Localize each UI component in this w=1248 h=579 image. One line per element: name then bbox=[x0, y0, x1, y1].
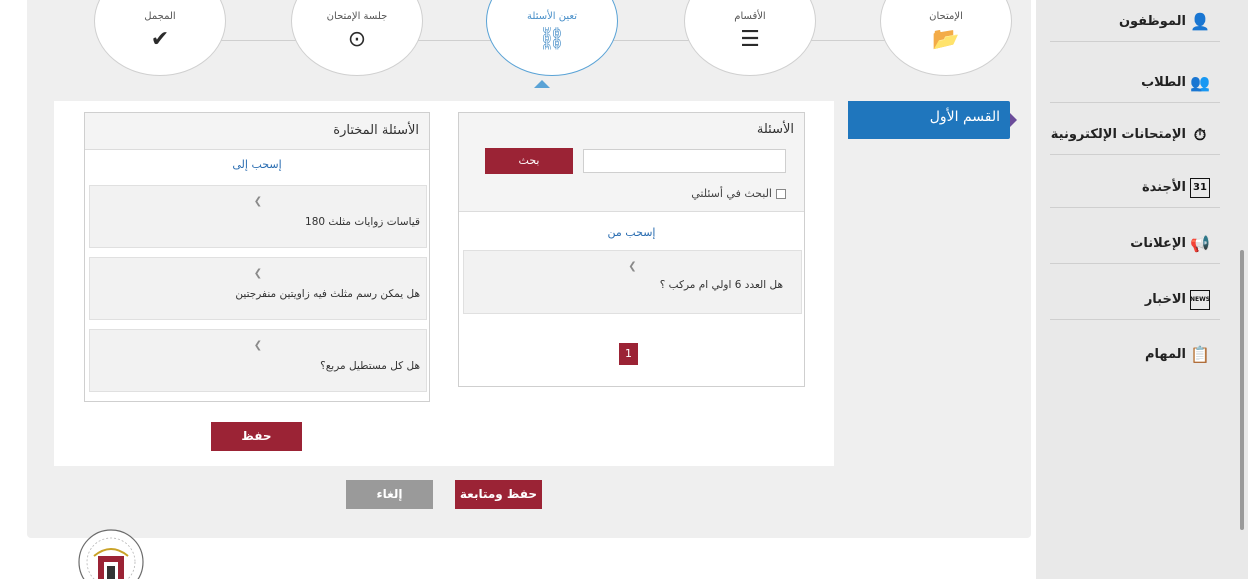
active-step-pointer bbox=[534, 80, 550, 88]
drag-from-label: إسحب من bbox=[607, 226, 656, 239]
search-own-questions-checkbox[interactable]: البحث في أسئلتي bbox=[691, 187, 786, 200]
news-icon: NEWS bbox=[1190, 289, 1210, 310]
question-text: قياسات زوايات مثلث 180 bbox=[305, 216, 420, 228]
questions-pool-header: الأسئلة بحث البحث في أسئلتي bbox=[459, 113, 804, 212]
section-tab[interactable]: القسم الأول bbox=[848, 101, 1017, 139]
sidebar-item-students[interactable]: 👥 الطلاب bbox=[1050, 63, 1220, 103]
panel-title: الأسئلة bbox=[756, 122, 794, 137]
sidebar-item-label: الإمتحانات الإلكترونية bbox=[1050, 127, 1186, 142]
sidebar-item-label: الاخبار bbox=[1144, 292, 1186, 307]
sidebar-item-announcements[interactable]: 📢 الإعلانات bbox=[1050, 224, 1220, 264]
sidebar-item-label: الأجندة bbox=[1142, 180, 1186, 195]
step-label: جلسة الإمتحان bbox=[326, 11, 388, 22]
list-icon: ☰ bbox=[740, 27, 760, 52]
employee-icon: 👤 bbox=[1190, 12, 1210, 31]
sidebar-item-label: المهام bbox=[1144, 346, 1186, 362]
sidebar-item-employees[interactable]: 👤 الموظفون bbox=[1050, 2, 1220, 42]
chevron-down-icon[interactable]: ❯ bbox=[464, 261, 801, 272]
sidebar-item-news[interactable]: NEWS الاخبار bbox=[1050, 280, 1220, 320]
selected-question-item[interactable]: ❯ هل كل مستطيل مربع؟ bbox=[89, 329, 427, 392]
questions-pool-panel: الأسئلة بحث البحث في أسئلتي إسحب من ❯ هل… bbox=[458, 112, 805, 387]
question-text: هل كل مستطيل مربع؟ bbox=[320, 360, 420, 372]
pool-question-item[interactable]: ❯ هل العدد 6 اولي ام مركب ؟ bbox=[463, 250, 802, 314]
cancel-button[interactable]: إلغاء bbox=[346, 480, 433, 509]
search-button[interactable]: بحث bbox=[485, 148, 573, 174]
sidebar-item-label: الطلاب bbox=[1141, 75, 1186, 90]
save-button[interactable]: حفظ bbox=[211, 422, 302, 451]
selected-questions-panel: الأسئلة المختارة إسحب إلى ❯ قياسات زوايا… bbox=[84, 112, 430, 402]
link-icon: ⛓ bbox=[538, 27, 566, 52]
search-input[interactable] bbox=[583, 149, 786, 173]
sidebar-item-agenda[interactable]: 31 الأجندة bbox=[1050, 168, 1220, 208]
sidebar-scrollbar[interactable] bbox=[1240, 250, 1244, 530]
checkbox-box[interactable] bbox=[776, 188, 786, 199]
pagination-page-1[interactable]: 1 bbox=[619, 343, 638, 365]
megaphone-icon: 📢 bbox=[1190, 234, 1210, 253]
save-and-continue-button[interactable]: حفظ ومتابعة bbox=[455, 480, 542, 509]
step-label: الإمتحان bbox=[929, 11, 963, 22]
students-icon: 👥 bbox=[1190, 73, 1210, 92]
emblem-logo bbox=[78, 529, 144, 579]
checkbox-label: البحث في أسئلتي bbox=[691, 187, 772, 200]
selected-question-item[interactable]: ❯ هل يمكن رسم مثلث فيه زاويتين منفرجتين bbox=[89, 257, 427, 320]
question-text: هل العدد 6 اولي ام مركب ؟ bbox=[659, 279, 783, 291]
check-icon: ✔ bbox=[150, 27, 170, 52]
sidebar-item-tasks[interactable]: 📋 المهام bbox=[1050, 334, 1220, 374]
chevron-down-icon[interactable]: ❯ bbox=[90, 268, 426, 279]
step-label: تعين الأسئلة bbox=[527, 11, 577, 22]
sidebar-item-e-exams[interactable]: ⏱ الإمتحانات الإلكترونية bbox=[1050, 115, 1220, 155]
sidebar-item-label: الموظفون bbox=[1118, 14, 1186, 29]
drag-to-label: إسحب إلى bbox=[232, 158, 282, 171]
clipboard-icon: 📋 bbox=[1190, 344, 1210, 364]
panel-title: الأسئلة المختارة bbox=[85, 113, 429, 150]
question-text: هل يمكن رسم مثلث فيه زاويتين منفرجتين bbox=[235, 288, 420, 300]
selected-question-item[interactable]: ❯ قياسات زوايات مثلث 180 bbox=[89, 185, 427, 248]
chevron-down-icon[interactable]: ❯ bbox=[90, 340, 426, 351]
calendar-icon: 31 bbox=[1190, 177, 1210, 198]
step-label: المجمل bbox=[144, 11, 176, 22]
chevron-down-icon[interactable]: ❯ bbox=[90, 196, 426, 207]
folder-open-icon: 📂 bbox=[932, 27, 960, 52]
sidebar-item-label: الإعلانات bbox=[1130, 236, 1186, 251]
step-label: الأقسام bbox=[734, 11, 766, 22]
exam-clock-icon: ⏱ bbox=[1193, 124, 1207, 144]
clock-icon: ⊙ bbox=[347, 27, 367, 52]
